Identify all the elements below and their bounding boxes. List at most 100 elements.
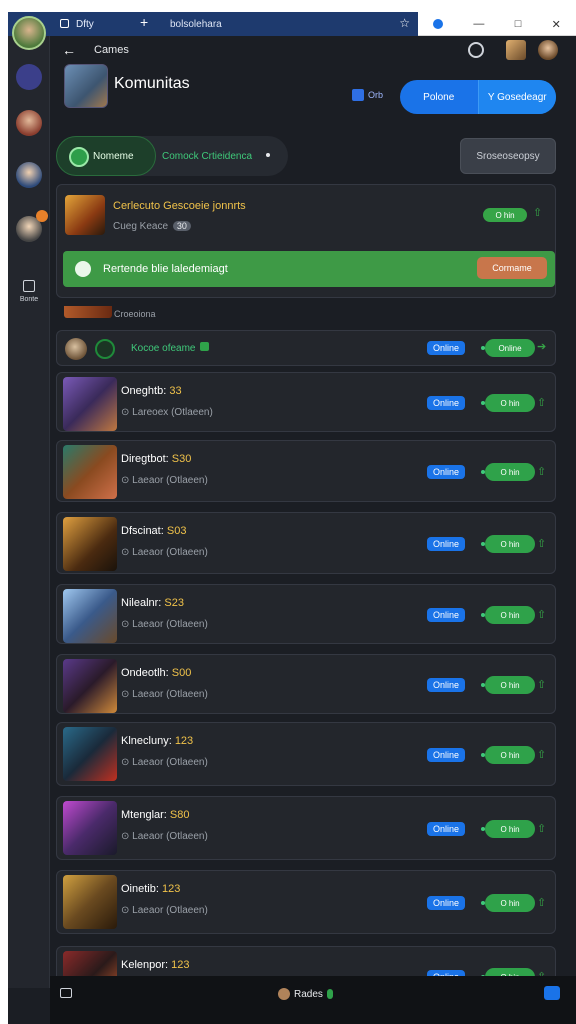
row-title: Klnecluny: 123 (121, 735, 193, 747)
game-thumbnail (63, 801, 117, 855)
upvote-arrow-icon[interactable]: ⇧ (537, 608, 551, 622)
banner-button[interactable]: Cormame (477, 257, 547, 279)
event-count-tag: 30 (172, 221, 191, 231)
list-item[interactable]: Nilealnr: S23 ⊙ Laeaor (Otlaeen) Online … (56, 584, 556, 644)
upvote-arrow-icon[interactable]: ⇧ (537, 678, 551, 692)
settings-gear-icon[interactable] (468, 42, 484, 58)
clock-icon: ⊙ (121, 619, 130, 630)
list-item[interactable]: Klnecluny: 123 ⊙ Laeaor (Otlaeen) Online… (56, 722, 556, 786)
row-subtitle-text: Laeaor (Otlaeen) (132, 689, 208, 700)
status-badge: Online (427, 396, 465, 410)
bottom-center[interactable]: Rades (278, 988, 333, 1000)
row-title-number: S30 (171, 453, 192, 465)
join-button[interactable]: O hin (485, 606, 535, 624)
chat-icon[interactable] (60, 988, 72, 998)
row-title-number: S80 (169, 809, 190, 821)
window-controls: — □ ✕ (418, 12, 576, 36)
game-thumbnail (63, 589, 117, 643)
status-badge: Online (427, 465, 465, 479)
game-thumbnail (63, 517, 117, 571)
rail-library-icon[interactable] (23, 280, 35, 292)
more-dot-icon[interactable] (266, 153, 270, 157)
list-item[interactable]: Oneghtb: 33 ⊙ Lareoex (Otlaeen) Online O… (56, 372, 556, 432)
filter-pill-text[interactable]: Comock Crtieidenca (162, 151, 252, 162)
upvote-arrow-icon[interactable]: ⇧ (537, 748, 551, 762)
verified-icon (200, 342, 210, 351)
segment-right[interactable]: Y Gosedeagr (477, 80, 556, 114)
row-title-number: 123 (174, 735, 194, 747)
browser-extension-icon[interactable] (433, 19, 444, 29)
upvote-arrow-icon[interactable]: ⇧ (537, 822, 551, 836)
back-arrow-icon[interactable]: ← (62, 42, 76, 58)
list-item[interactable]: Oinetib: 123 ⊙ Laeaor (Otlaeen) Online O… (56, 870, 556, 934)
notification-badge (36, 210, 48, 222)
row-subtitle-text: Lareoex (Otlaeen) (132, 407, 213, 418)
close-button[interactable]: ✕ (552, 18, 561, 31)
join-arrow-icon[interactable]: ➔ (537, 340, 551, 354)
upvote-arrow-icon[interactable]: ⇧ (537, 396, 551, 410)
bottom-action-icon[interactable] (544, 986, 560, 1000)
join-button[interactable]: O hin (485, 820, 535, 838)
row-title-text: Mtenglar: (121, 809, 170, 821)
user-avatar[interactable] (538, 40, 558, 60)
row-title-text: Oinetib: (121, 883, 162, 895)
row-subtitle: ⊙ Laeaor (Otlaeen) (121, 831, 208, 842)
list-item[interactable]: Diregtbot: S30 ⊙ Laeaor (Otlaeen) Online… (56, 440, 556, 502)
row-title-number: 33 (169, 385, 182, 397)
bottom-label: Rades (294, 988, 323, 1000)
row-subtitle: ⊙ Laeaor (Otlaeen) (121, 905, 208, 916)
upvote-arrow-icon[interactable]: ⇧ (537, 537, 551, 551)
row-title: Nilealnr: S23 (121, 597, 184, 609)
upvote-arrow-icon[interactable]: ⇧ (533, 206, 542, 219)
status-badge: Online (427, 341, 465, 355)
row-title: Oneghtb: 33 (121, 385, 182, 397)
minimize-button[interactable]: — (473, 18, 484, 30)
clock-icon: ⊙ (121, 689, 130, 700)
list-header-game-icon (95, 339, 115, 359)
maximize-button[interactable]: □ (515, 18, 522, 30)
rail-avatar-1[interactable] (16, 110, 42, 136)
section-thumbnail-cut (64, 306, 112, 318)
thumbs-up-icon (352, 89, 364, 101)
sort-button[interactable]: Sroseoseopsy (460, 138, 556, 174)
community-title: Komunitas (114, 75, 190, 92)
upvote-arrow-icon[interactable]: ⇧ (537, 896, 551, 910)
join-button[interactable]: O hin (485, 746, 535, 764)
row-title-text: Kelenpor: (121, 959, 172, 971)
like-button[interactable]: Orb (352, 89, 383, 101)
upvote-arrow-icon[interactable]: ⇧ (537, 465, 551, 479)
join-button[interactable]: Online (485, 339, 535, 357)
join-button[interactable]: O hin (485, 463, 535, 481)
rail-avatar-profile[interactable] (12, 16, 46, 50)
join-button[interactable]: O hin (485, 535, 535, 553)
new-tab-icon[interactable]: + (140, 14, 148, 30)
row-title: Kelenpor: 123 (121, 959, 190, 971)
row-title: Diregtbot: S30 (121, 453, 191, 465)
status-badge: Online (427, 537, 465, 551)
bookmark-star-icon[interactable]: ☆ (399, 16, 410, 30)
join-button[interactable]: O hin (485, 394, 535, 412)
info-bubble-icon (75, 261, 91, 277)
list-item[interactable]: Dfscinat: S03 ⊙ Laeaor (Otlaeen) Online … (56, 512, 556, 574)
event-banner: Rertende blie laledemiagt Cormame (63, 251, 555, 287)
join-button[interactable]: O hin (485, 894, 535, 912)
row-subtitle-text: Laeaor (Otlaeen) (132, 905, 208, 916)
join-button[interactable]: O hin (485, 676, 535, 694)
bottom-bar: Rades (50, 976, 576, 1024)
filter-pill-active[interactable]: Nomeme (56, 136, 156, 176)
rail-item-home[interactable] (16, 64, 42, 90)
event-card: Cerlecuto Gescoeie jonnrts Cueg Keace 30… (56, 184, 556, 298)
game-thumbnail (63, 875, 117, 929)
row-subtitle: ⊙ Laeaor (Otlaeen) (121, 757, 208, 768)
list-item[interactable]: Ondeotlh: S00 ⊙ Laeaor (Otlaeen) Online … (56, 654, 556, 714)
address-bar[interactable]: + bolsolehara ☆ (132, 12, 418, 36)
list-header-row[interactable]: Kocoe ofeame Online Online ➔ (56, 330, 556, 366)
segment-left[interactable]: Polone (400, 80, 478, 114)
event-online-badge[interactable]: O hin (483, 208, 527, 222)
store-icon[interactable] (506, 40, 526, 60)
browser-titlebar: Dfty + bolsolehara ☆ — □ ✕ (8, 12, 576, 36)
row-title-number: S00 (171, 667, 192, 679)
rail-library-label: Bonte (19, 296, 39, 303)
list-item[interactable]: Mtenglar: S80 ⊙ Laeaor (Otlaeen) Online … (56, 796, 556, 860)
rail-avatar-2[interactable] (16, 162, 42, 188)
